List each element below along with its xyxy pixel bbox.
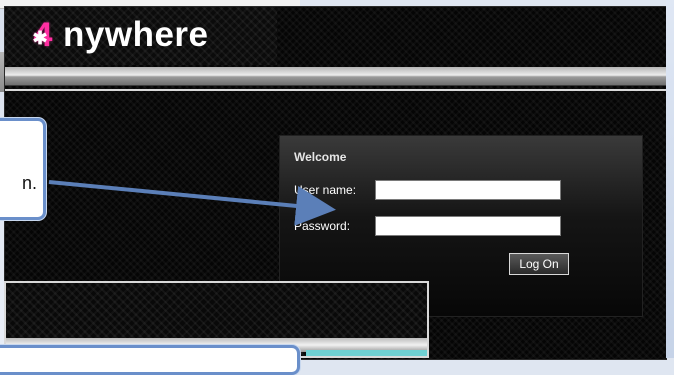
- username-label: User name:: [294, 183, 357, 197]
- password-input[interactable]: [375, 216, 561, 236]
- callout-main-text: n.: [22, 173, 38, 193]
- logo-text: nywhere: [63, 15, 209, 54]
- brand-header: 4 ✱ nywhere: [5, 7, 277, 65]
- background-strip-right: [666, 0, 674, 358]
- logo-4-icon: 4 ✱: [25, 17, 61, 53]
- welcome-title: Welcome: [294, 150, 347, 164]
- header-divider: [5, 89, 666, 91]
- inset-teal-bar: [306, 350, 427, 356]
- logon-button[interactable]: Log On: [509, 253, 569, 275]
- username-input[interactable]: [375, 180, 561, 200]
- header-chrome-bar: [5, 67, 666, 86]
- callout-box-main: n.: [0, 118, 46, 220]
- callout-box-bottom: [0, 345, 300, 375]
- password-label: Password:: [294, 219, 351, 233]
- logo-star-icon: ✱: [32, 28, 48, 48]
